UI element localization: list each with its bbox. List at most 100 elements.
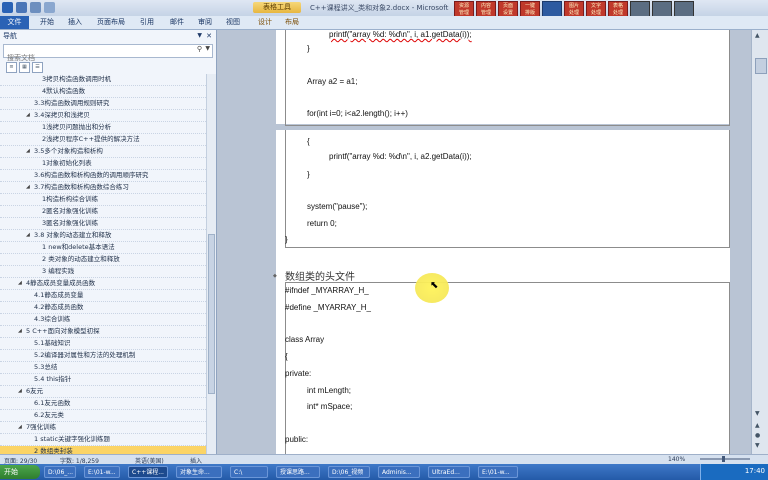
zoom-slider-knob[interactable] xyxy=(722,456,725,462)
taskbar-button[interactable]: D:\06_... xyxy=(44,466,76,478)
quick-access-toolbar xyxy=(2,2,55,13)
expand-toggle-icon[interactable]: ◢ xyxy=(18,278,22,289)
nav-tree-item[interactable]: ◢ 3.8 对象的动态建立和释放 xyxy=(0,230,206,242)
nav-tree-item[interactable]: 4.1静态成员变量 xyxy=(0,290,206,302)
nav-tree-item[interactable]: 3.6构造函数和析构函数的调用顺序研究 xyxy=(0,170,206,182)
search-input[interactable] xyxy=(4,53,190,63)
taskbar-button[interactable]: 对象生命... xyxy=(176,466,222,478)
tab-7[interactable]: 视图 xyxy=(226,17,240,27)
nav-item-label: 5.4 this指针 xyxy=(34,375,72,383)
nav-tree-item[interactable]: 2 数组类封装 xyxy=(0,446,206,454)
word-app-icon[interactable] xyxy=(2,2,13,13)
tab-9[interactable]: 布局 xyxy=(285,17,299,27)
zoom-level[interactable]: 140% xyxy=(668,456,685,463)
nav-tree-item[interactable]: 5.2编译器对属性和方法的处理机制 xyxy=(0,350,206,362)
nav-scroll-thumb[interactable] xyxy=(208,234,215,394)
scroll-up-icon[interactable]: ▲ xyxy=(755,32,760,39)
prev-page-icon[interactable]: ▲ xyxy=(755,422,760,429)
undo-icon[interactable] xyxy=(30,2,41,13)
clock: 17:40 xyxy=(744,467,765,475)
save-icon[interactable] xyxy=(16,2,27,13)
taskbar-button[interactable]: D:\06_视频 xyxy=(328,466,370,478)
taskbar-button[interactable]: 授课思路... xyxy=(276,466,320,478)
nav-tree-item[interactable]: 3拷贝构造函数调用时机 xyxy=(0,74,206,86)
taskbar-button[interactable]: C:\ xyxy=(230,466,268,478)
scroll-thumb[interactable] xyxy=(755,58,767,74)
results-view-icon[interactable]: ☰ xyxy=(32,61,43,73)
taskbar-button[interactable]: UltraEd... xyxy=(428,466,470,478)
tab-0[interactable]: 文件 xyxy=(0,16,29,29)
taskbar-button[interactable]: C++课程... xyxy=(128,466,168,478)
nav-tree-item[interactable]: 2浅拷贝程序C++提供的解决方法 xyxy=(0,134,206,146)
nav-tree-item[interactable]: 2 类对象的动态建立和释放 xyxy=(0,254,206,266)
code-table[interactable] xyxy=(285,130,730,248)
expand-toggle-icon[interactable]: ◢ xyxy=(26,110,30,121)
tab-6[interactable]: 审阅 xyxy=(198,17,212,27)
document-area[interactable]: printf("array %d: %d\n", i, a1.getData(i… xyxy=(217,30,751,454)
nav-tree-item[interactable]: 5.4 this指针 xyxy=(0,374,206,386)
next-page-icon[interactable]: ▼ xyxy=(755,442,760,449)
start-button[interactable]: 开始 xyxy=(0,465,40,479)
nav-tree-item[interactable]: 6.1友元函数 xyxy=(0,398,206,410)
nav-tree-item[interactable]: 1对象初始化列表 xyxy=(0,158,206,170)
nav-item-label: 4.2静态成员函数 xyxy=(34,303,84,311)
taskbar-button[interactable]: E:\01-w... xyxy=(478,466,518,478)
nav-tree-item[interactable]: ◢ 6友元 xyxy=(0,386,206,398)
nav-item-label: 5.3总结 xyxy=(34,363,58,371)
tab-4[interactable]: 引用 xyxy=(140,17,154,27)
expand-toggle-icon[interactable]: ◢ xyxy=(26,146,30,157)
chevron-down-icon[interactable]: ▼ xyxy=(205,45,210,52)
tab-1[interactable]: 开始 xyxy=(40,17,54,27)
code-line: Array a2 = a1; xyxy=(307,77,358,86)
tab-8[interactable]: 设计 xyxy=(258,17,272,27)
nav-tree-item[interactable]: 5.3总结 xyxy=(0,362,206,374)
nav-tree-item[interactable]: 4.3综合训练 xyxy=(0,314,206,326)
taskbar-button[interactable]: Adminis... xyxy=(378,466,420,478)
expand-toggle-icon[interactable]: ◢ xyxy=(18,386,22,397)
headings-view-icon[interactable]: ≡ xyxy=(6,61,17,73)
nav-item-label: 6.2友元类 xyxy=(34,411,64,419)
tab-3[interactable]: 页面布局 xyxy=(97,17,125,27)
heading-tree: 3拷贝构造函数调用时机 4默认构造函数 3.3构造函数调用规则研究 ◢ 3.4深拷贝和浅… xyxy=(0,74,206,454)
nav-item-label: 1对象初始化列表 xyxy=(42,159,92,167)
nav-tree-item[interactable]: ◢ 3.5多个对象构造和析构 xyxy=(0,146,206,158)
nav-tree-item[interactable]: 4默认构造函数 xyxy=(0,86,206,98)
nav-item-label: 4.1静态成员变量 xyxy=(34,291,84,299)
nav-tree-item[interactable]: ◢ 7强化训练 xyxy=(0,422,206,434)
nav-tree-item[interactable]: 6.2友元类 xyxy=(0,410,206,422)
scroll-down-icon[interactable]: ▼ xyxy=(755,410,760,417)
expand-toggle-icon[interactable]: ◢ xyxy=(26,182,30,193)
expand-toggle-icon[interactable]: ◢ xyxy=(18,326,22,337)
tab-2[interactable]: 插入 xyxy=(68,17,82,27)
nav-tree-item[interactable]: ◢ 3.4深拷贝和浅拷贝 xyxy=(0,110,206,122)
nav-item-label: 6.1友元函数 xyxy=(34,399,71,407)
nav-tree-item[interactable]: 2匿名对象强化训练 xyxy=(0,206,206,218)
tab-5[interactable]: 邮件 xyxy=(170,17,184,27)
nav-tree-item[interactable]: 1构造析构综合训练 xyxy=(0,194,206,206)
redo-icon[interactable] xyxy=(44,2,55,13)
vertical-scrollbar[interactable]: ▲ ▼ ▲ ● ▼ xyxy=(751,30,768,454)
search-icon[interactable]: ⚲ xyxy=(197,45,202,53)
nav-tree-item[interactable]: 1 new和delete基本语法 xyxy=(0,242,206,254)
nav-tree-item[interactable]: 3 编程实践 xyxy=(0,266,206,278)
nav-tree-item[interactable]: 3.3构造函数调用规则研究 xyxy=(0,98,206,110)
taskbar-button[interactable]: E:\01-w... xyxy=(84,466,120,478)
nav-tree-item[interactable]: 1 static关键字强化训练题 xyxy=(0,434,206,446)
expand-toggle-icon[interactable]: ◢ xyxy=(26,230,30,241)
nav-tree-item[interactable]: ◢ 5 C++面向对象模型初探 xyxy=(0,326,206,338)
expand-toggle-icon[interactable]: ◢ xyxy=(18,422,22,433)
zoom-slider[interactable] xyxy=(700,458,750,460)
close-icon[interactable]: ✕ xyxy=(206,30,212,42)
nav-tree-item[interactable]: 3匿名对象强化训练 xyxy=(0,218,206,230)
table-tools-context-tab[interactable]: 表格工具 xyxy=(253,2,301,13)
nav-tree-item[interactable]: 4.2静态成员函数 xyxy=(0,302,206,314)
nav-tree-item[interactable]: ◢ 4静态成员变量成员函数 xyxy=(0,278,206,290)
nav-tree-item[interactable]: 5.1基础知识 xyxy=(0,338,206,350)
nav-tree-item[interactable]: ◢ 3.7构造函数和析构函数综合练习 xyxy=(0,182,206,194)
nav-tree-item[interactable]: 1浅拷贝问题抛出和分析 xyxy=(0,122,206,134)
chevron-down-icon[interactable]: ▼ xyxy=(197,30,202,42)
browse-object-icon[interactable]: ● xyxy=(755,432,760,439)
nav-item-label: 4静态成员变量成员函数 xyxy=(26,279,96,287)
pages-view-icon[interactable]: ▦ xyxy=(19,61,30,73)
nav-scrollbar[interactable] xyxy=(206,74,216,454)
